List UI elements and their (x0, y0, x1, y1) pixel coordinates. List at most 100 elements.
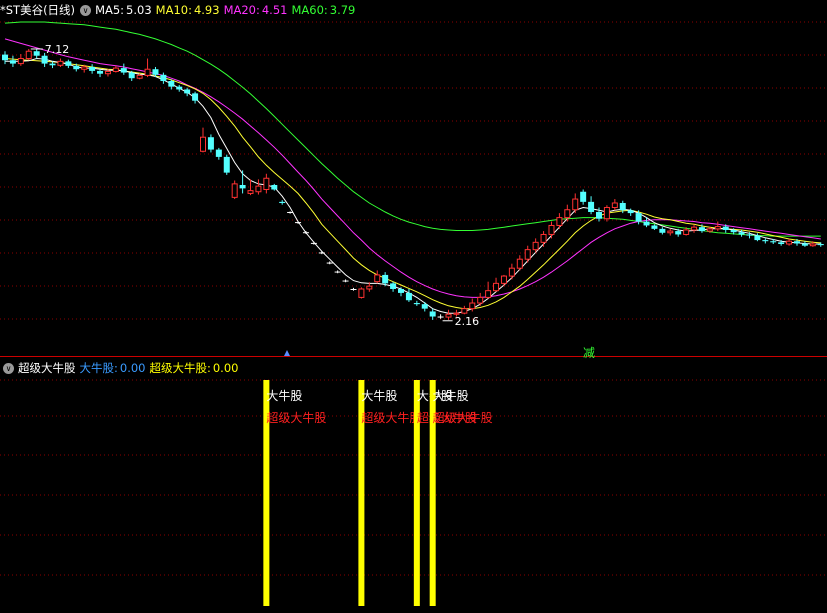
candle-body (493, 282, 500, 292)
candle-body (271, 185, 278, 190)
candle-body (627, 210, 634, 214)
candle-body (207, 137, 214, 150)
stock-title[interactable]: *ST美谷(日线) (0, 2, 75, 18)
candle (57, 58, 64, 67)
signal-bars: 大牛股超级大牛股大牛股超级大牛股大牛股超级大牛股大牛股超级大牛股 (263, 380, 493, 606)
candle-body (41, 55, 48, 64)
candle-body (698, 227, 705, 232)
candle-body (73, 65, 80, 70)
ma10-line (4, 58, 821, 310)
candle (65, 59, 72, 69)
ma20-line (4, 38, 821, 298)
candle-body (635, 213, 642, 222)
candle (33, 48, 40, 59)
candle (611, 199, 618, 211)
indicator-item-1-value: 0.00 (119, 361, 146, 375)
candle-body (279, 201, 286, 203)
candle-body (390, 283, 397, 289)
chevron-down-icon[interactable]: ∨ (3, 362, 14, 374)
candle (302, 231, 309, 234)
price-annotations: 7.12 2.16 减 (30, 43, 595, 360)
candle-body (564, 209, 571, 219)
candle-body (302, 232, 309, 234)
candle-body (168, 81, 175, 87)
candle-body (17, 58, 24, 65)
candle (358, 287, 365, 299)
candle-body (223, 156, 230, 173)
candle (556, 213, 563, 229)
candle (144, 58, 151, 78)
candle (572, 193, 579, 214)
candle-body (136, 74, 143, 79)
indicator-name[interactable]: 超级大牛股 (18, 360, 76, 376)
candle-body (714, 226, 721, 230)
candle-body (350, 288, 357, 290)
ma60-value: 3.79 (329, 3, 356, 17)
candle-body (500, 275, 507, 284)
candle-body (770, 241, 777, 243)
candle-body (738, 232, 745, 235)
reduce-signal-label: 减 (583, 346, 595, 360)
candle (659, 227, 666, 235)
candle-body (263, 177, 270, 190)
signal-label-red: 超级大牛股 (433, 410, 493, 425)
candle-body (9, 60, 16, 64)
candle-body (746, 234, 753, 236)
candle (255, 179, 262, 195)
candle-body (730, 229, 737, 233)
ma20-value: 4.51 (261, 3, 288, 17)
candle-body (192, 93, 199, 101)
chevron-down-icon[interactable]: ∨ (80, 4, 92, 16)
candle (334, 270, 341, 274)
candle (461, 305, 468, 315)
candle (801, 241, 808, 247)
candle (493, 277, 500, 292)
indicator-legend: ∨ 超级大牛股 大牛股: 0.00 超级大牛股: 0.00 (0, 358, 242, 378)
candle (405, 288, 412, 302)
candle-body (596, 211, 602, 219)
candle-body (651, 225, 658, 229)
candle-body (239, 185, 246, 189)
candle (192, 91, 199, 104)
candle-body (318, 252, 325, 254)
candle-body (97, 70, 104, 74)
candle-body (65, 61, 72, 66)
candle-body (176, 86, 183, 90)
candle (176, 84, 183, 92)
indicator-item-1-label: 大牛股: (79, 361, 118, 375)
candle-body (255, 185, 262, 193)
candle-body (152, 69, 159, 75)
candle (184, 87, 191, 97)
candle-body (817, 244, 824, 246)
candle-body (334, 271, 341, 273)
candle (215, 147, 222, 160)
candle (500, 274, 507, 287)
candle (516, 255, 523, 271)
candle (603, 205, 610, 222)
candle-body (2, 54, 8, 61)
candle-body (215, 149, 222, 157)
candle-body (786, 240, 793, 245)
main-chart-legend: *ST美谷(日线) ∨ MA5: 5.03 MA10: 4.93 MA20: 4… (0, 0, 359, 20)
candle-body (508, 267, 515, 277)
candle-body (33, 51, 40, 56)
candle-body (247, 190, 254, 194)
candle (588, 196, 595, 215)
indicator-item-2-label: 超级大牛股: (149, 361, 211, 375)
candle-body (683, 229, 690, 235)
ma5-value: 5.03 (126, 3, 152, 17)
candle-body (588, 201, 595, 212)
kline-chart[interactable]: 7.122.16减 大牛股超级大牛股大牛股超级大牛股大牛股超级大牛股大牛股超级大… (0, 0, 827, 613)
candle-body (461, 308, 468, 314)
ma20-label: MA20: (223, 3, 260, 17)
candle (89, 64, 96, 74)
candle (200, 127, 206, 153)
signal-label-white: 大牛股 (361, 388, 397, 403)
candle (540, 231, 547, 247)
candle (97, 69, 104, 78)
candle (350, 287, 357, 291)
ma60-line (4, 21, 821, 237)
candle (485, 281, 492, 299)
low-price-label: 2.16 (455, 315, 480, 328)
signal-bar: 大牛股超级大牛股 (429, 380, 493, 606)
